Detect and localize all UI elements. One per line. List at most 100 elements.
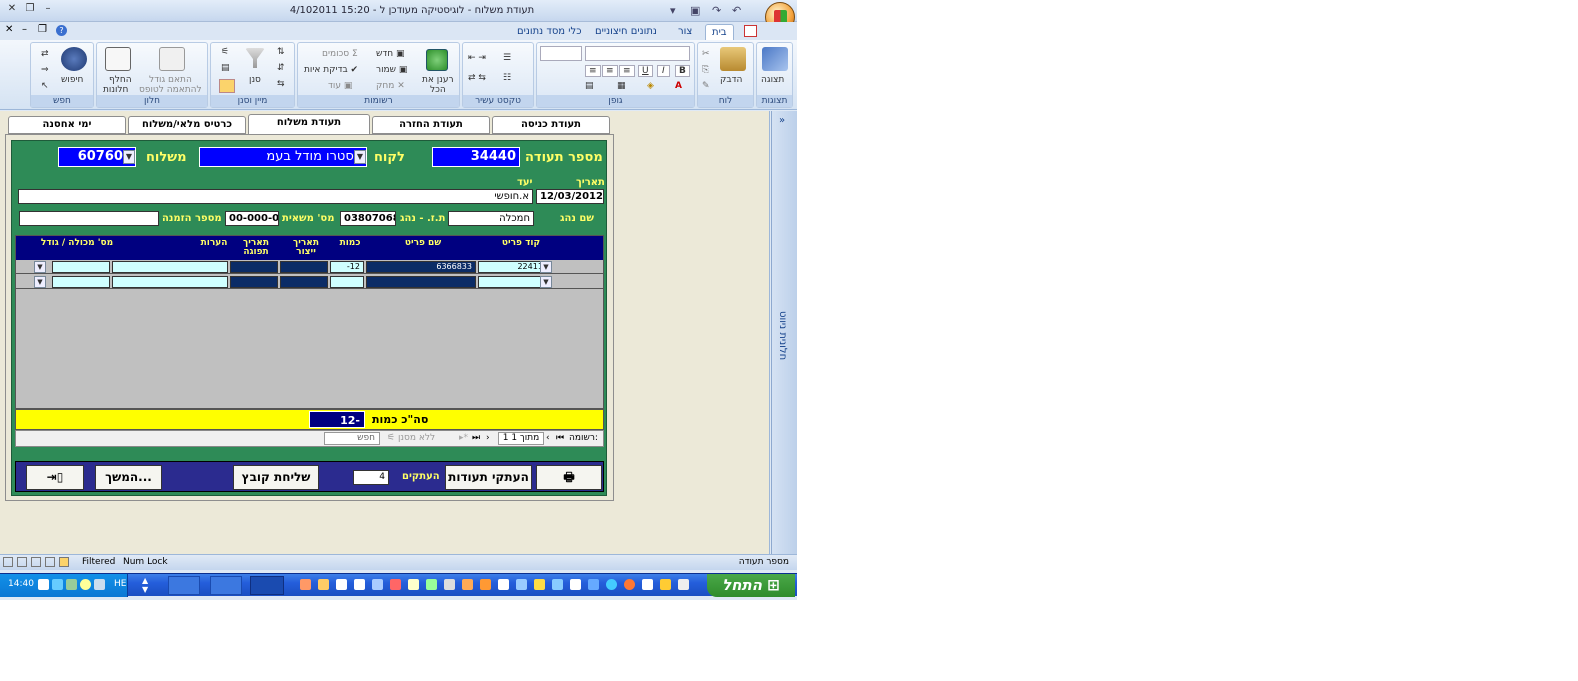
datasheet-view-status-icon[interactable] xyxy=(31,557,41,567)
font-size-combo[interactable] xyxy=(540,46,582,61)
search-input[interactable]: חפש xyxy=(324,432,380,445)
quicklaunch-icon[interactable] xyxy=(498,579,509,590)
bullets-icon[interactable]: ☷ xyxy=(503,73,511,83)
undo-icon[interactable]: ↶ xyxy=(732,4,741,17)
fill-color-icon[interactable]: ◈ xyxy=(647,81,654,91)
underline-button[interactable]: U xyxy=(638,65,653,77)
delete-record-button[interactable]: מחק ✕ xyxy=(376,81,405,91)
tray-scroll-icon[interactable]: ▲ ▼ xyxy=(142,576,148,594)
taskbar-window-3[interactable] xyxy=(250,576,284,595)
print-button[interactable]: 🖶 xyxy=(536,465,602,490)
record-position[interactable]: 1 מתוך 1 xyxy=(498,432,544,445)
container-dropdown-icon[interactable]: ▼ xyxy=(34,261,46,273)
customer-dropdown-icon[interactable]: ▼ xyxy=(354,150,366,164)
item-code-dropdown-icon[interactable]: ▼ xyxy=(540,276,552,288)
refresh-all-button-line2[interactable]: הכל xyxy=(430,85,446,95)
tab-stock-card[interactable]: כרטיס מלאי/משלוח xyxy=(128,116,246,134)
quicklaunch-icon[interactable] xyxy=(372,579,383,590)
copy-icon[interactable]: ⎘ xyxy=(702,65,709,75)
spelling-button[interactable]: בדיקת איות ✔ xyxy=(304,65,358,75)
tab-return-doc[interactable]: תעודת החזרה xyxy=(372,116,490,134)
doc-restore-icon[interactable]: ❐ xyxy=(38,24,47,35)
filter-button[interactable]: סנן xyxy=(249,75,261,85)
bold-button[interactable]: B xyxy=(675,65,690,77)
exit-button[interactable]: ⇥▯ xyxy=(26,465,84,490)
start-button[interactable]: התחל ⊞ xyxy=(707,574,795,597)
shipment-dropdown-icon[interactable]: ▼ xyxy=(123,150,135,164)
align-center-icon[interactable]: ≡ xyxy=(602,65,618,77)
font-name-combo[interactable] xyxy=(585,46,690,61)
cell-expiry-date[interactable] xyxy=(230,261,278,273)
restore-icon[interactable]: ❐ xyxy=(22,3,38,17)
quicklaunch-icon[interactable] xyxy=(444,579,455,590)
cut-icon[interactable]: ✂ xyxy=(702,49,710,59)
find-button[interactable]: חיפוש xyxy=(61,75,83,85)
language-indicator[interactable]: HE xyxy=(114,579,126,589)
cell-container[interactable] xyxy=(52,276,110,288)
form-view-active-icon[interactable] xyxy=(59,557,69,567)
cell-notes[interactable] xyxy=(112,261,228,273)
table-row[interactable]: 224119 ▼ 6366833 -12 ▼ xyxy=(16,260,603,274)
redo-icon[interactable]: ↷ xyxy=(712,4,721,17)
tray-network-icon[interactable] xyxy=(52,579,63,590)
select-icon[interactable]: ↖ xyxy=(41,81,49,91)
refresh-icon[interactable] xyxy=(426,49,448,71)
quicklaunch-icon[interactable] xyxy=(480,579,491,590)
quicklaunch-icon[interactable] xyxy=(462,579,473,590)
cell-notes[interactable] xyxy=(112,276,228,288)
tab-create[interactable]: צור xyxy=(672,24,698,40)
tray-security-icon[interactable] xyxy=(66,579,77,590)
quicklaunch-icon[interactable] xyxy=(318,579,329,590)
quicklaunch-icon[interactable] xyxy=(408,579,419,590)
sort-desc-icon[interactable]: ⇵ xyxy=(277,63,285,73)
more-button[interactable]: עוד ▣ xyxy=(328,81,352,91)
quicklaunch-icon[interactable] xyxy=(660,579,671,590)
format-painter-icon[interactable]: ✎ xyxy=(702,81,710,91)
quicklaunch-icon[interactable] xyxy=(390,579,401,590)
tab-external-data[interactable]: נתונים חיצוניים xyxy=(589,24,663,40)
taskbar-window-2[interactable] xyxy=(210,576,242,595)
order-number-field[interactable] xyxy=(19,211,159,226)
cell-quantity[interactable] xyxy=(330,276,364,288)
filter-icon[interactable] xyxy=(245,48,265,68)
toggle-filter-icon[interactable] xyxy=(219,79,235,93)
align-right-icon[interactable]: ≡ xyxy=(619,65,635,77)
help-icon[interactable]: ? xyxy=(56,25,67,36)
quicklaunch-icon[interactable] xyxy=(426,579,437,590)
gridlines-icon[interactable]: ▦ xyxy=(617,81,626,91)
doc-number-field[interactable]: 34440 xyxy=(432,147,520,167)
tray-volume-icon[interactable] xyxy=(94,579,105,590)
quicklaunch-icon[interactable] xyxy=(336,579,347,590)
quicklaunch-firefox-icon[interactable] xyxy=(624,579,635,590)
send-file-button[interactable]: שליחת קובץ xyxy=(233,465,319,490)
totals-button[interactable]: סכומים Σ xyxy=(322,49,358,59)
doc-close-icon[interactable]: ✕ xyxy=(5,24,13,35)
tab-shipping-doc[interactable]: תעודת משלוח xyxy=(248,114,370,135)
align-left-icon[interactable]: ≡ xyxy=(585,65,601,77)
table-row[interactable]: ▼ ▼ xyxy=(16,275,603,289)
design-view-icon[interactable] xyxy=(762,47,788,71)
cell-quantity[interactable]: -12 xyxy=(330,261,364,273)
cell-item-name[interactable] xyxy=(366,276,476,288)
new-record-icon[interactable]: ▸* xyxy=(459,433,468,443)
print-copies-button[interactable]: העתקי תעודות xyxy=(445,465,532,490)
qat-print-icon[interactable]: ▣ xyxy=(690,4,700,17)
driver-id-field[interactable]: 038070686 xyxy=(340,211,396,226)
quicklaunch-icon[interactable] xyxy=(552,579,563,590)
doc-minimize-icon[interactable]: – xyxy=(22,24,27,35)
item-code-dropdown-icon[interactable]: ▼ xyxy=(540,261,552,273)
quicklaunch-icon[interactable] xyxy=(588,579,599,590)
clock[interactable]: 14:40 xyxy=(8,579,34,589)
alt-fill-icon[interactable]: ▤ xyxy=(585,81,594,91)
quicklaunch-icon[interactable] xyxy=(642,579,653,590)
cell-expiry-date[interactable] xyxy=(230,276,278,288)
size-to-fit-button-line2[interactable]: להתאמה לטופס xyxy=(139,85,202,95)
advanced-filter-icon[interactable]: ▤ xyxy=(221,63,230,73)
switch-windows-button[interactable]: החלף xyxy=(109,75,132,85)
close-icon[interactable]: ✕ xyxy=(4,3,20,17)
continue-button[interactable]: המשך... xyxy=(95,465,162,490)
find-icon[interactable] xyxy=(61,47,87,71)
size-to-fit-button[interactable]: התאם גודל xyxy=(149,75,192,85)
paste-button[interactable]: הדבק xyxy=(720,75,742,85)
paste-icon[interactable] xyxy=(720,47,746,71)
